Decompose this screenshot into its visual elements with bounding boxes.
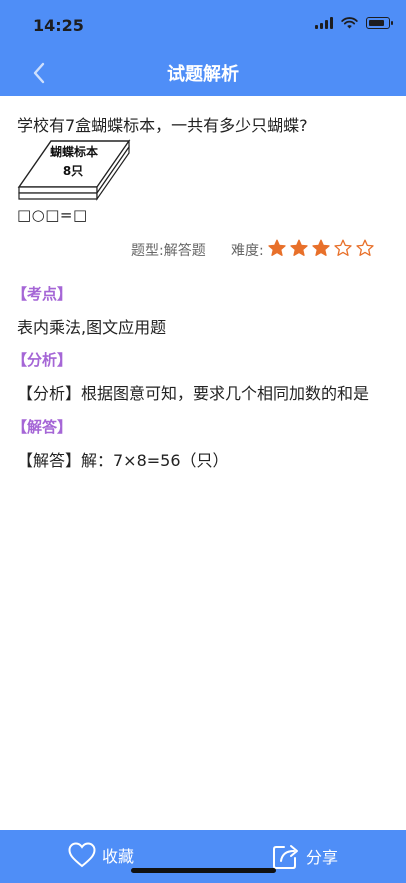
bottom-toolbar: 收藏 分享 (0, 830, 406, 883)
favorite-button[interactable]: 收藏 (68, 842, 134, 868)
cellular-signal-icon (315, 17, 333, 29)
star-filled-icon (268, 239, 286, 256)
difficulty-label: 难度: (231, 243, 264, 259)
question-image: 蝴蝶标本 8只 (17, 135, 132, 205)
difficulty-stars (268, 239, 374, 257)
star-empty-icon (356, 239, 374, 256)
section-body-jieda: 【解答】解：7×8=56（只） (17, 451, 229, 470)
status-icons (315, 17, 393, 29)
star-filled-icon (290, 239, 308, 256)
home-indicator (131, 868, 276, 873)
page-title: 试题解析 (167, 64, 239, 85)
book-count: 8只 (63, 164, 83, 178)
heart-icon (68, 842, 96, 868)
wifi-icon (341, 17, 358, 29)
share-icon (273, 845, 298, 869)
top-bar: 14:25 试题解析 (0, 0, 406, 96)
question-text: 学校有7盒蝴蝶标本，一共有多少只蝴蝶? (17, 116, 308, 135)
equation-blanks: □○□=□ (17, 206, 88, 224)
question-type: 题型:解答题 (131, 243, 206, 259)
section-body-kaodian: 表内乘法,图文应用题 (17, 318, 167, 337)
favorite-label: 收藏 (102, 847, 135, 866)
section-title-fenxi: 【分析】 (12, 351, 73, 369)
star-empty-icon (334, 239, 352, 256)
section-body-fenxi: 【分析】根据图意可知，要求几个相同加数的和是 (17, 384, 370, 403)
status-bar: 14:25 (0, 0, 406, 50)
book-label: 蝴蝶标本 (50, 144, 98, 159)
section-title-jieda: 【解答】 (12, 418, 73, 436)
battery-icon (366, 17, 393, 29)
share-label: 分享 (306, 848, 339, 867)
share-button[interactable]: 分享 (272, 842, 338, 870)
status-time: 14:25 (33, 16, 84, 35)
section-title-kaodian: 【考点】 (12, 285, 73, 303)
star-filled-icon (312, 239, 330, 256)
